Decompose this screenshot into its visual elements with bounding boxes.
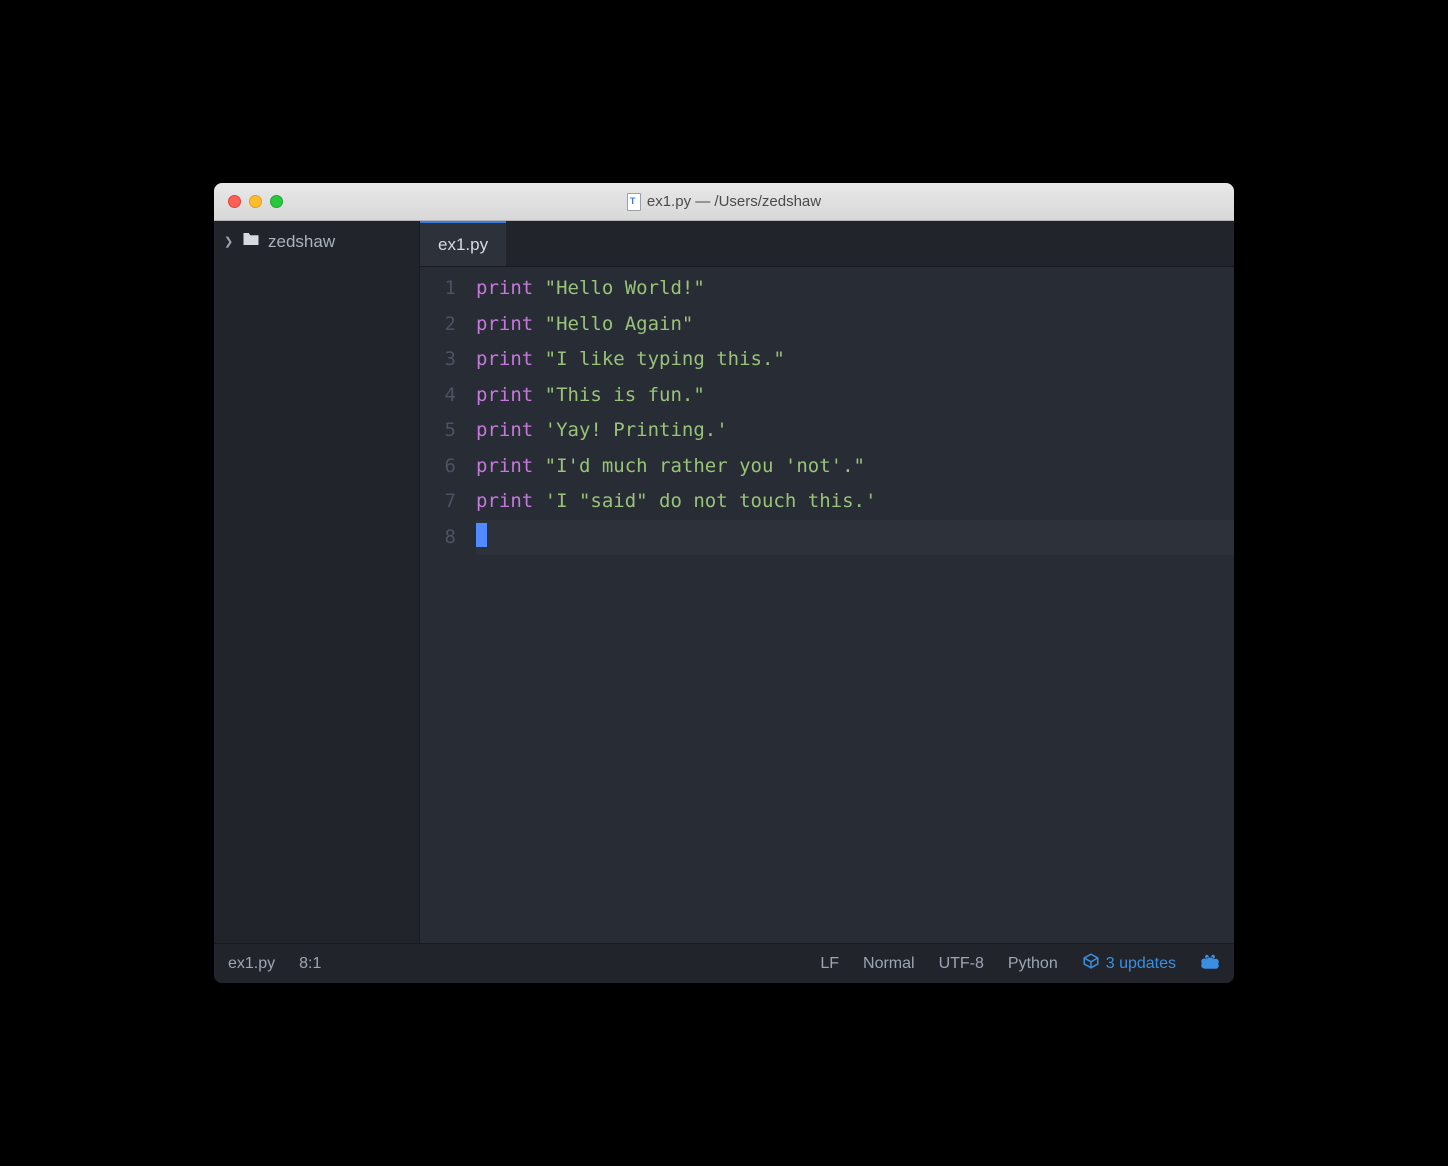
traffic-lights <box>214 195 283 208</box>
keyword-token: print <box>476 348 533 370</box>
keyword-token: print <box>476 277 533 299</box>
line-number: 1 <box>420 271 456 307</box>
keyword-token: print <box>476 384 533 406</box>
app-window: ex1.py — /Users/zedshaw ❯ zedshaw ex1.py… <box>214 183 1234 983</box>
text-token <box>533 313 544 335</box>
folder-icon <box>242 231 260 252</box>
status-cursor-position[interactable]: 8:1 <box>299 955 321 973</box>
titlebar[interactable]: ex1.py — /Users/zedshaw <box>214 183 1234 221</box>
close-button[interactable] <box>228 195 241 208</box>
status-wrap-mode[interactable]: Normal <box>863 955 915 973</box>
cursor <box>476 523 487 547</box>
string-token: "This is fun." <box>545 384 705 406</box>
keyword-token: print <box>476 313 533 335</box>
line-number: 7 <box>420 484 456 520</box>
status-updates[interactable]: 3 updates <box>1082 952 1176 975</box>
code-line[interactable] <box>476 520 1234 556</box>
code-line[interactable]: print "I'd much rather you 'not'." <box>476 449 1234 485</box>
code-line[interactable]: print 'Yay! Printing.' <box>476 413 1234 449</box>
string-token: 'Yay! Printing.' <box>545 419 728 441</box>
squirrel-icon[interactable] <box>1200 951 1220 976</box>
status-right: LF Normal UTF-8 Python 3 updates <box>820 951 1220 976</box>
window-title-area: ex1.py — /Users/zedshaw <box>214 193 1234 211</box>
code-line[interactable]: print "Hello World!" <box>476 271 1234 307</box>
line-number: 4 <box>420 378 456 414</box>
code-line[interactable]: print 'I "said" do not touch this.' <box>476 484 1234 520</box>
keyword-token: print <box>476 419 533 441</box>
text-token <box>533 384 544 406</box>
text-token <box>533 419 544 441</box>
code-line[interactable]: print "This is fun." <box>476 378 1234 414</box>
string-token: "Hello Again" <box>545 313 694 335</box>
status-language[interactable]: Python <box>1008 955 1058 973</box>
code-line[interactable]: print "I like typing this." <box>476 342 1234 378</box>
status-filename[interactable]: ex1.py <box>228 955 275 973</box>
code-editor[interactable]: 12345678 print "Hello World!"print "Hell… <box>420 267 1234 943</box>
workspace: ❯ zedshaw ex1.py 12345678 print "Hello W… <box>214 221 1234 943</box>
keyword-token: print <box>476 455 533 477</box>
folder-label: zedshaw <box>268 232 335 252</box>
window-title: ex1.py — /Users/zedshaw <box>647 193 821 210</box>
string-token: "Hello World!" <box>545 277 705 299</box>
line-number-gutter: 12345678 <box>420 267 468 943</box>
status-left: ex1.py 8:1 <box>228 955 321 973</box>
string-token: "I'd much rather you 'not'." <box>545 455 865 477</box>
editor-pane: ex1.py 12345678 print "Hello World!"prin… <box>420 221 1234 943</box>
code-content[interactable]: print "Hello World!"print "Hello Again"p… <box>468 267 1234 943</box>
line-number: 2 <box>420 307 456 343</box>
tree-root-folder[interactable]: ❯ zedshaw <box>214 221 419 262</box>
string-token: "I like typing this." <box>545 348 785 370</box>
keyword-token: print <box>476 490 533 512</box>
maximize-button[interactable] <box>270 195 283 208</box>
text-token <box>533 490 544 512</box>
tab-ex1[interactable]: ex1.py <box>420 221 506 266</box>
line-number: 5 <box>420 413 456 449</box>
text-token <box>533 455 544 477</box>
line-number: 8 <box>420 520 456 556</box>
tab-bar[interactable]: ex1.py <box>420 221 1234 267</box>
text-token <box>533 277 544 299</box>
file-tree-sidebar[interactable]: ❯ zedshaw <box>214 221 420 943</box>
minimize-button[interactable] <box>249 195 262 208</box>
status-bar: ex1.py 8:1 LF Normal UTF-8 Python 3 upda… <box>214 943 1234 983</box>
text-token <box>533 348 544 370</box>
line-number: 3 <box>420 342 456 378</box>
updates-label: 3 updates <box>1106 955 1176 973</box>
code-line[interactable]: print "Hello Again" <box>476 307 1234 343</box>
string-token: 'I "said" do not touch this.' <box>545 490 877 512</box>
line-number: 6 <box>420 449 456 485</box>
chevron-right-icon: ❯ <box>224 235 234 248</box>
status-line-ending[interactable]: LF <box>820 955 839 973</box>
tab-label: ex1.py <box>438 235 488 255</box>
status-encoding[interactable]: UTF-8 <box>939 955 984 973</box>
document-icon <box>627 193 641 211</box>
package-icon <box>1082 952 1100 975</box>
